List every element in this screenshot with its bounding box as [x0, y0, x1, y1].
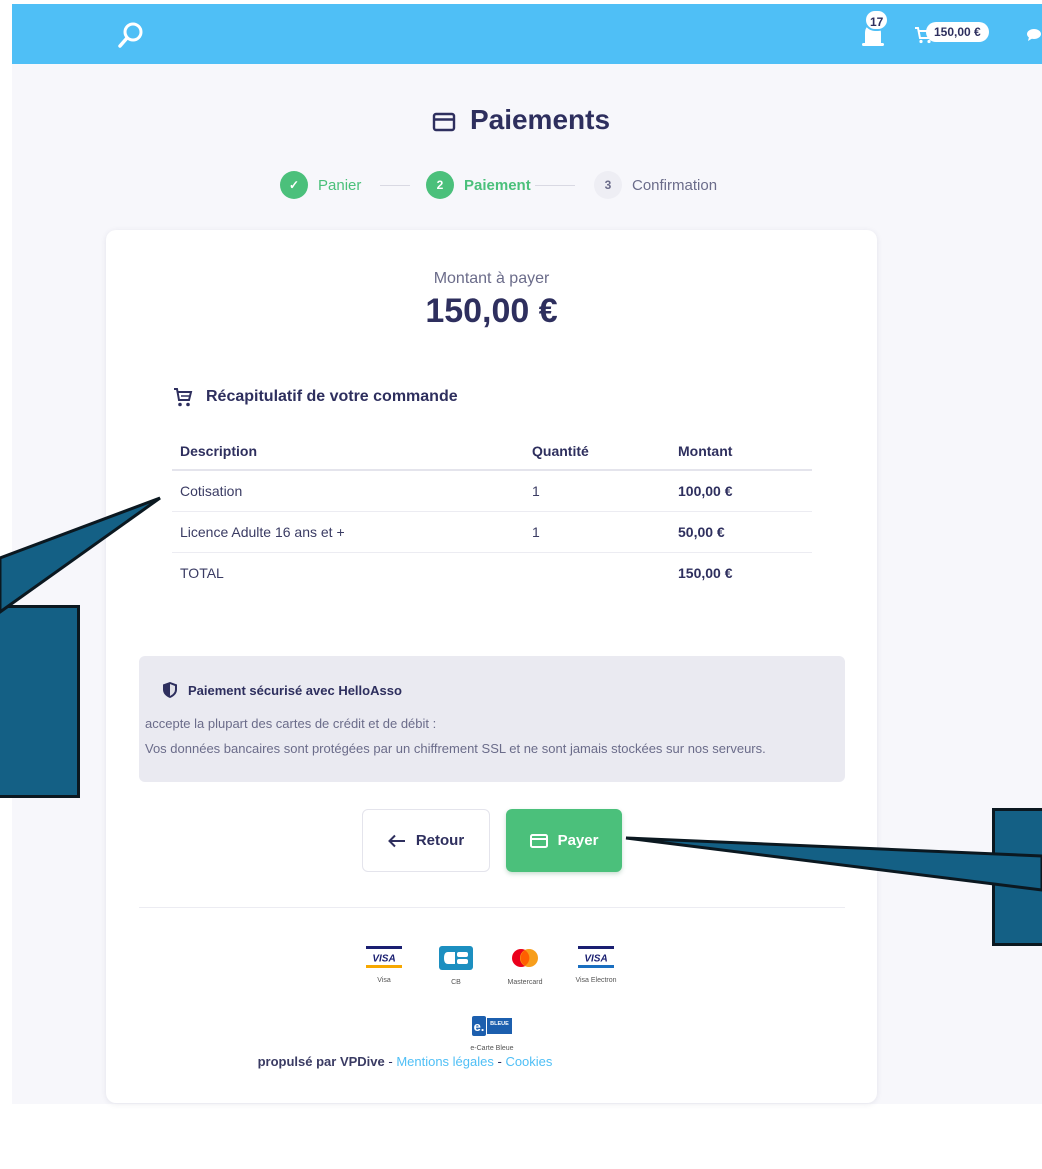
order-summary-title-text: Récapitulatif de votre commande [206, 388, 458, 405]
search-icon[interactable] [116, 20, 146, 50]
table-row: Cotisation 1 100,00 € [172, 470, 812, 512]
footer-credit: propulsé par VPDive [257, 1054, 385, 1069]
page-title: Paiements [0, 104, 1042, 136]
visa-mark: VISA [366, 946, 402, 968]
back-button[interactable]: Retour [362, 809, 490, 872]
total-label: TOTAL [180, 564, 224, 581]
footer-separator: - [493, 1054, 506, 1069]
back-button-label: Retour [415, 832, 465, 849]
total-amount: 150,00 € [678, 564, 733, 581]
credit-card-icon [432, 112, 456, 132]
annotation-callout-right [992, 808, 1042, 946]
total-quantity-empty [524, 552, 670, 593]
page-title-text: Paiements [469, 104, 611, 135]
chat-icon[interactable] [1026, 28, 1042, 42]
cb-mark [439, 946, 473, 970]
row-description: Licence Adulte 16 ans et + [172, 511, 524, 553]
step-label: Paiement [464, 176, 531, 194]
column-header-description: Description [172, 432, 524, 471]
visa-caption: Visa [377, 977, 391, 984]
secure-payment-title-text: Paiement sécurisé avec HelloAsso [188, 682, 402, 698]
notification-badge[interactable]: 17 [864, 9, 890, 31]
cb-caption: CB [451, 979, 461, 986]
secure-payment-title: Paiement sécurisé avec HelloAsso [162, 681, 402, 699]
step-number: 3 [594, 171, 622, 199]
secure-payment-ssl-text: Vos données bancaires sont protégées par… [145, 741, 766, 756]
step-label: Panier [318, 176, 362, 194]
svg-text:e.: e. [474, 1019, 485, 1034]
order-summary-title: Récapitulatif de votre commande [172, 386, 458, 408]
visa-logo: VISA Visa [349, 946, 419, 984]
ecarte-bleue-mark: e. BLEUE [472, 1016, 512, 1036]
step-confirmation: 3 Confirmation [594, 170, 717, 200]
cookies-link[interactable]: Cookies [505, 1054, 552, 1069]
footer-separator: - [384, 1054, 397, 1069]
amount-label: Montant à payer [433, 270, 550, 287]
credit-card-icon [529, 833, 548, 848]
pay-button[interactable]: Payer [506, 809, 622, 872]
svg-text:VISA: VISA [372, 954, 395, 965]
visa-electron-logo: VISA Visa Electron [561, 946, 631, 984]
table-row: Licence Adulte 16 ans et + 1 50,00 € [172, 511, 812, 553]
row-description: Cotisation [172, 470, 524, 512]
step-check-icon: ✓ [280, 171, 308, 199]
row-amount: 50,00 € [670, 511, 812, 553]
mastercard-mark [512, 949, 538, 967]
step-connector [380, 185, 410, 186]
svg-text:VISA: VISA [584, 954, 607, 965]
row-amount: 100,00 € [670, 470, 812, 512]
step-connector [535, 185, 575, 186]
step-paiement: 2 Paiement [426, 170, 531, 200]
legal-notice-link[interactable]: Mentions légales [396, 1054, 494, 1069]
order-table: Description Quantité Montant Cotisation … [172, 432, 812, 593]
card-divider [139, 907, 845, 908]
step-number: 2 [426, 171, 454, 199]
row-quantity: 1 [524, 470, 670, 512]
step-label: Confirmation [632, 176, 718, 194]
table-total-row: TOTAL 150,00 € [172, 552, 812, 593]
arrow-left-icon [387, 834, 405, 847]
top-navigation-bar [12, 4, 1042, 64]
cart-amount-badge[interactable]: 150,00 € [926, 22, 989, 42]
visa-electron-caption: Visa Electron [575, 977, 617, 984]
step-panier[interactable]: ✓ Panier [280, 170, 361, 200]
page-footer: propulsé par VPDive - Mentions légales -… [0, 1054, 810, 1069]
ecarte-bleue-caption: e-Carte Bleue [470, 1045, 514, 1052]
visa-electron-mark: VISA [578, 946, 614, 968]
row-quantity: 1 [524, 511, 670, 553]
checkout-stepper: ✓ Panier 2 Paiement 3 Confirmation [0, 170, 1042, 200]
amount-value: 150,00 € [425, 292, 558, 330]
column-header-quantity: Quantité [524, 432, 670, 471]
mastercard-caption: Mastercard [507, 979, 543, 986]
svg-text:BLEUE: BLEUE [490, 1021, 509, 1027]
shield-icon [163, 682, 177, 698]
mastercard-logo: Mastercard [490, 946, 560, 986]
column-header-amount: Montant [670, 432, 812, 471]
annotation-callout-left [0, 605, 80, 798]
cart-icon [174, 388, 193, 407]
ecarte-bleue-logo: e. BLEUE e-Carte Bleue [457, 1016, 527, 1052]
pay-button-label: Payer [557, 832, 599, 849]
secure-payment-cards-text: accepte la plupart des cartes de crédit … [145, 716, 437, 731]
cb-logo: CB [421, 946, 491, 986]
table-header-row: Description Quantité Montant [172, 432, 812, 471]
